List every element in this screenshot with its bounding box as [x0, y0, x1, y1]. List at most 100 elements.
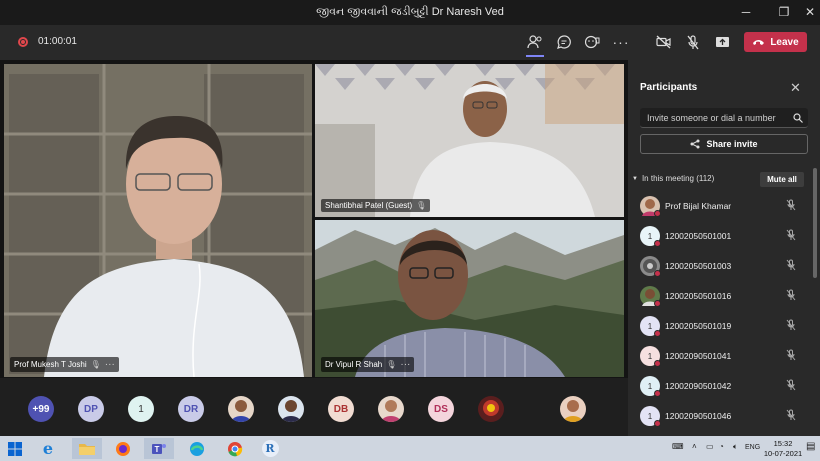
ie-icon: e — [42, 439, 54, 458]
chat-button[interactable] — [552, 31, 576, 53]
attendee-strip: +99 DP 1 DR DB DS — [0, 378, 628, 436]
start-button[interactable] — [4, 438, 26, 459]
avatar[interactable] — [560, 396, 586, 422]
maximize-button[interactable]: ❐ — [771, 3, 797, 21]
mic-muted-icon: 🎙︎ — [386, 360, 397, 369]
avatar[interactable] — [478, 396, 504, 422]
title-bar: જીવન જીવવાની જડીબુટ્ટી Dr Naresh Ved ─ ❐… — [0, 0, 820, 25]
avatar — [640, 256, 661, 277]
camera-off-icon — [656, 35, 671, 49]
presence-icon — [654, 360, 661, 367]
close-panel-icon[interactable]: ✕ — [790, 80, 801, 96]
participant-row[interactable]: 1 12002090501042 — [628, 371, 810, 401]
avatar[interactable]: DR — [178, 396, 204, 422]
presence-icon — [654, 390, 661, 397]
edge-icon — [190, 441, 204, 456]
participant-name: Shantibhai Patel (Guest) — [325, 201, 413, 210]
avatar-initial: 1 — [647, 351, 653, 361]
mic-muted-icon — [786, 349, 796, 361]
participant-row[interactable]: 1 12002050501019 — [628, 311, 810, 341]
battery-icon[interactable]: ▭ — [706, 442, 714, 451]
taskbar: e T R ⌨ ˄ ▭ ◔ 🔈︎ ENG 15:32 10-07-2021 ▤ — [0, 436, 820, 461]
video-tile-prof-mukesh[interactable]: Prof Mukesh T Joshi 🎙︎ ··· — [4, 64, 312, 377]
participant-row[interactable]: 1 12002050501001 — [628, 221, 810, 251]
mute-all-button[interactable]: Mute all — [760, 172, 804, 187]
avatar: 1 — [640, 316, 661, 337]
language-indicator[interactable]: ENG — [745, 444, 760, 451]
mic-muted-icon — [786, 259, 796, 271]
keyboard-icon[interactable]: ⌨ — [672, 442, 684, 451]
avatar[interactable]: DB — [328, 396, 354, 422]
firefox-button[interactable] — [112, 438, 134, 459]
chrome-button[interactable] — [224, 438, 246, 459]
network-icon[interactable]: ◔ — [719, 442, 724, 451]
volume-icon[interactable]: 🔈︎ — [733, 442, 738, 452]
hang-up-icon — [753, 40, 765, 45]
avatar[interactable]: DP — [78, 396, 104, 422]
r-app-button[interactable]: R — [259, 438, 281, 459]
participant-name: 12002090501046 — [665, 411, 732, 421]
search-icon[interactable] — [793, 113, 803, 123]
participant-video — [315, 220, 624, 377]
minimize-button[interactable]: ─ — [733, 3, 759, 21]
firefox-icon — [116, 441, 130, 456]
participant-row[interactable]: 12002050501003 — [628, 251, 810, 281]
clock-date: 10-07-2021 — [763, 449, 803, 458]
tile-more-icon[interactable]: ··· — [105, 359, 115, 370]
microphone-toggle-button[interactable] — [681, 31, 705, 53]
mic-muted-icon — [786, 199, 796, 211]
video-tile-shantibhai[interactable]: Shantibhai Patel (Guest) 🎙︎ — [315, 64, 624, 217]
overflow-count[interactable]: +99 — [28, 396, 54, 422]
windows-icon — [8, 441, 22, 456]
presence-icon — [654, 210, 661, 217]
participant-row[interactable]: 12002050501016 — [628, 281, 810, 311]
avatar-initial: 1 — [647, 231, 653, 241]
share-invite-button[interactable]: Share invite — [640, 134, 808, 154]
mic-muted-icon — [786, 319, 796, 331]
file-explorer-button[interactable] — [72, 438, 102, 459]
close-window-button[interactable]: ✕ — [797, 3, 820, 21]
participant-name: 12002050501003 — [665, 261, 732, 271]
participants-toggle-button[interactable] — [523, 31, 547, 57]
teams-button[interactable]: T — [144, 438, 174, 459]
presence-icon — [654, 420, 661, 427]
participant-name-tag: Prof Mukesh T Joshi 🎙︎ ··· — [10, 357, 119, 372]
clock-time: 15:32 — [773, 439, 793, 448]
video-tile-dr-vipul[interactable]: Dr Vipul R Shah 🎙︎ ··· — [315, 220, 624, 377]
share-screen-button[interactable] — [710, 31, 734, 53]
more-options-button[interactable]: ··· — [609, 31, 633, 53]
chevron-up-icon[interactable]: ˄ — [692, 442, 697, 451]
participant-row[interactable]: 1 12002090501046 — [628, 401, 810, 431]
leave-button[interactable]: Leave — [744, 32, 807, 52]
panel-scrollbar[interactable] — [813, 168, 817, 278]
participant-name: 12002050501016 — [665, 291, 732, 301]
avatar[interactable]: 1 — [128, 396, 154, 422]
avatar — [640, 286, 661, 307]
mic-muted-icon — [786, 379, 796, 391]
participant-name: 12002050501001 — [665, 231, 732, 241]
avatar[interactable] — [228, 396, 254, 422]
mic-muted-icon — [786, 289, 796, 301]
camera-toggle-button[interactable] — [652, 31, 676, 53]
reactions-button[interactable] — [580, 31, 604, 53]
raise-hand-icon — [584, 35, 599, 49]
notifications-icon[interactable]: ▤ — [806, 441, 815, 452]
r-icon: R — [261, 440, 279, 457]
avatar[interactable] — [278, 396, 304, 422]
edge-button[interactable] — [186, 438, 208, 459]
tile-more-icon[interactable]: ··· — [400, 359, 410, 370]
participant-row[interactable]: 1 12002090501041 — [628, 341, 810, 371]
avatar[interactable]: DS — [428, 396, 454, 422]
share-invite-label: Share invite — [706, 139, 758, 149]
participant-name: Prof Bijal Khamar — [665, 201, 732, 211]
presence-icon — [654, 300, 661, 307]
system-clock[interactable]: 15:32 10-07-2021 — [762, 439, 804, 459]
section-header[interactable]: ▼ In this meeting (112) — [632, 174, 714, 183]
invite-input[interactable] — [640, 108, 780, 128]
participant-row[interactable]: Prof Bijal Khamar — [628, 191, 810, 221]
mic-muted-icon — [786, 229, 796, 241]
internet-explorer-button[interactable]: e — [37, 438, 59, 459]
participant-name: 12002090501042 — [665, 381, 732, 391]
participant-name-tag: Shantibhai Patel (Guest) 🎙︎ — [321, 199, 431, 212]
avatar[interactable] — [378, 396, 404, 422]
